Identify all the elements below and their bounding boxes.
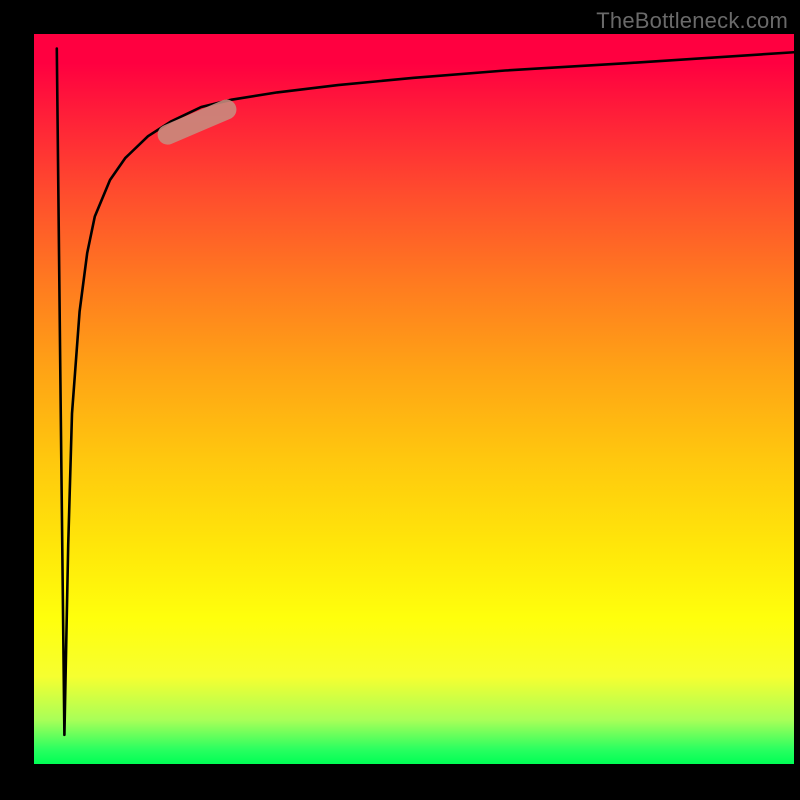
y-axis-band bbox=[0, 0, 34, 800]
curve-layer bbox=[34, 34, 794, 764]
watermark-label: TheBottleneck.com bbox=[596, 8, 788, 34]
x-axis-band bbox=[0, 764, 800, 800]
bottleneck-curve bbox=[57, 49, 794, 735]
chart-canvas: TheBottleneck.com bbox=[0, 0, 800, 800]
